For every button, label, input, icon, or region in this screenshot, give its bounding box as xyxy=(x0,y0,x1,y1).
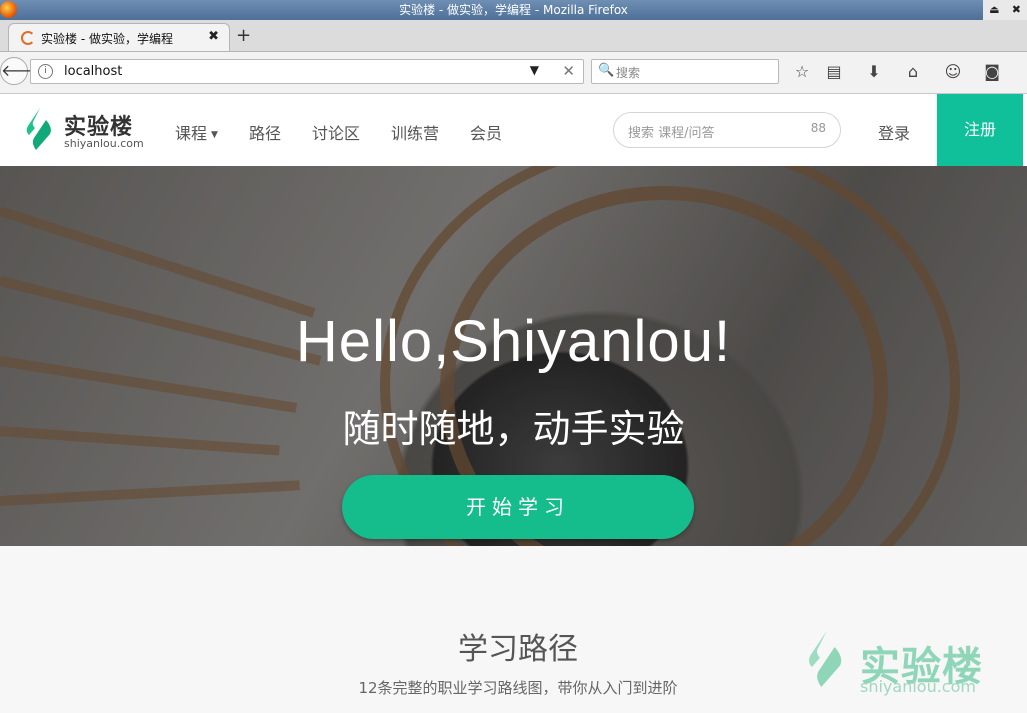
url-bar[interactable]: i localhost ▼ ✕ xyxy=(30,59,584,84)
reading-list-icon[interactable]: ▤ xyxy=(823,62,845,81)
watermark-logo-icon xyxy=(808,631,842,687)
hero-subtitle: 随时随地，动手实验 xyxy=(342,407,685,451)
search-grid-icon[interactable]: 88 xyxy=(811,121,826,135)
bookmark-star-icon[interactable]: ☆ xyxy=(791,62,813,81)
window-title: 实验楼 - 做实验，学编程 - Mozilla Firefox xyxy=(399,3,628,17)
menu-label: 课程 xyxy=(175,124,208,143)
search-placeholder: 搜索 xyxy=(616,66,641,80)
tab-strip: 实验楼 - 做实验，学编程 ✖ + xyxy=(0,20,1027,52)
menu-item-forum[interactable]: 讨论区 xyxy=(312,120,360,144)
eject-icon[interactable]: ⏏ xyxy=(989,0,999,20)
learning-path-section: 学习路径 12条完整的职业学习路线图，带你从入门到进阶 实验楼 shiyanlo… xyxy=(0,546,1027,713)
site-search-input[interactable]: 搜索 课程/问答 88 xyxy=(613,112,841,148)
login-link[interactable]: 登录 xyxy=(878,120,910,144)
chat-icon[interactable]: ☺ xyxy=(942,62,964,81)
search-icon: 🔍 xyxy=(598,63,615,78)
site-info-icon[interactable]: i xyxy=(38,64,53,79)
main-menu: 课程 ▼ 路径 讨论区 训练营 会员 xyxy=(175,120,533,144)
shiyanlou-logo-icon[interactable] xyxy=(26,108,56,150)
stop-icon[interactable]: ✕ xyxy=(562,62,575,80)
url-dropdown-icon[interactable]: ▼ xyxy=(530,63,539,77)
browser-search-input[interactable]: 🔍 搜索 xyxy=(591,59,779,84)
start-learning-button[interactable]: 开始学习 xyxy=(342,475,694,539)
menu-item-paths[interactable]: 路径 xyxy=(249,120,281,144)
register-button[interactable]: 注册 xyxy=(937,94,1023,166)
navigation-toolbar: 🡐 i localhost ▼ ✕ 🔍 搜索 ☆ ▤ ⬇ ⌂ ☺ ◙ xyxy=(0,52,1027,94)
new-tab-button[interactable]: + xyxy=(236,25,251,46)
window-titlebar: 实验楼 - 做实验，学编程 - Mozilla Firefox ⏏ ✖ xyxy=(0,0,1027,20)
menu-item-vip[interactable]: 会员 xyxy=(470,120,502,144)
url-text[interactable]: localhost xyxy=(64,64,122,79)
window-controls: ⏏ ✖ xyxy=(983,0,1027,20)
downloads-icon[interactable]: ⬇ xyxy=(863,62,885,81)
tab-close-icon[interactable]: ✖ xyxy=(208,29,219,44)
browser-tab[interactable]: 实验楼 - 做实验，学编程 ✖ xyxy=(8,23,230,51)
close-window-icon[interactable]: ✖ xyxy=(1012,0,1021,20)
back-button[interactable]: 🡐 xyxy=(0,57,44,85)
logo-domain[interactable]: shiyanlou.com xyxy=(64,137,144,150)
site-search-placeholder: 搜索 课程/问答 xyxy=(628,126,715,141)
firefox-icon xyxy=(0,1,17,18)
hero-banner: Hello,Shiyanlou! 随时随地，动手实验 开始学习 xyxy=(0,166,1027,546)
pocket-icon[interactable]: ◙ xyxy=(981,62,1003,81)
loading-spinner-icon xyxy=(21,31,35,45)
site-header: 实验楼 shiyanlou.com 课程 ▼ 路径 讨论区 训练营 会员 搜索 课… xyxy=(0,94,1027,167)
caret-down-icon: ▼ xyxy=(211,129,218,140)
home-icon[interactable]: ⌂ xyxy=(902,62,924,81)
menu-item-courses[interactable]: 课程 ▼ xyxy=(175,120,218,144)
menu-item-bootcamp[interactable]: 训练营 xyxy=(391,120,439,144)
hero-title: Hello,Shiyanlou! xyxy=(295,309,732,374)
tab-title: 实验楼 - 做实验，学编程 xyxy=(41,32,173,46)
watermark-domain: shiyanlou.com xyxy=(860,677,976,696)
